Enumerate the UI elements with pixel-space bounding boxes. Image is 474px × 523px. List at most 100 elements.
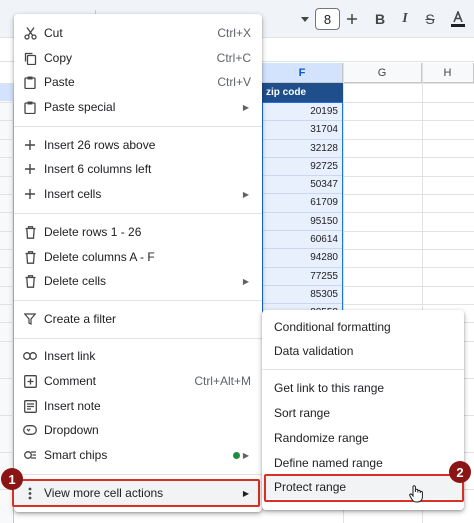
menu-item-label: Cut (44, 26, 63, 40)
menu-item-label: Insert link (44, 349, 96, 363)
submenu-item-label: Define named range (274, 456, 383, 470)
shortcut-text: Ctrl+C (216, 51, 251, 65)
scissors-icon (23, 26, 37, 40)
menu-item-label: Paste (44, 75, 75, 89)
note-icon (23, 399, 37, 413)
bold-button[interactable]: B (372, 0, 388, 38)
menu-item-insert-note[interactable]: Insert note (14, 394, 262, 418)
new-feature-dot (233, 451, 240, 459)
menu-item-insert-rows[interactable]: Insert 26 rows above (14, 133, 262, 157)
highlight-box-view-more (12, 479, 260, 507)
trash-icon (23, 250, 37, 264)
menu-item-label: Insert 26 rows above (44, 138, 156, 152)
menu-separator (14, 474, 262, 475)
menu-item-smart-chips[interactable]: Smart chips ▶ (14, 443, 262, 467)
submenu-item-get-link[interactable]: Get link to this range (262, 376, 464, 400)
zip-cell[interactable]: 32128 (263, 140, 342, 158)
menu-item-cut[interactable]: Cut Ctrl+X (14, 21, 262, 45)
submenu-item-define-named-range[interactable]: Define named range (262, 451, 464, 475)
submenu-item-data-validation[interactable]: Data validation (262, 339, 464, 363)
menu-item-dropdown[interactable]: Dropdown (14, 418, 262, 442)
strikethrough-button[interactable]: S (422, 0, 438, 38)
zip-cell[interactable]: 85305 (263, 286, 342, 305)
menu-item-delete-cells[interactable]: Delete cells ▶ (14, 269, 262, 293)
submenu-arrow-icon: ▶ (242, 450, 249, 460)
highlight-box-protect-range (264, 474, 464, 502)
submenu-arrow-icon: ▶ (242, 102, 249, 112)
menu-item-label: Delete rows 1 - 26 (44, 225, 142, 239)
submenu-item-label: Randomize range (274, 431, 369, 445)
menu-item-label: Smart chips (44, 448, 108, 462)
comment-icon (23, 374, 37, 388)
selected-column-header-a[interactable] (0, 83, 14, 101)
row-headers[interactable] (0, 83, 14, 523)
zip-cell[interactable]: 60614 (263, 231, 342, 250)
menu-item-insert-link[interactable]: Insert link (14, 344, 262, 368)
submenu-item-conditional-formatting[interactable]: Conditional formatting (262, 315, 464, 339)
menu-item-label: Insert 6 columns left (44, 162, 152, 176)
clipboard-icon (23, 100, 37, 114)
menu-item-label: Delete cells (44, 274, 107, 288)
menu-item-insert-cells[interactable]: Insert cells ▶ (14, 182, 262, 206)
zip-code-column[interactable]: 20195 31704 32128 92725 50347 61709 9515… (262, 102, 343, 337)
column-header-g[interactable]: G (343, 63, 422, 83)
menu-item-insert-columns[interactable]: Insert 6 columns left (14, 157, 262, 181)
zip-cell[interactable]: 61709 (263, 194, 342, 213)
trash-icon (23, 274, 37, 288)
menu-item-copy[interactable]: Copy Ctrl+C (14, 46, 262, 70)
trash-icon (23, 225, 37, 239)
column-header-h[interactable]: H (422, 63, 474, 83)
menu-item-paste-special[interactable]: Paste special ▶ (14, 95, 262, 119)
submenu-item-label: Sort range (274, 406, 331, 420)
menu-item-paste[interactable]: Paste Ctrl+V (14, 70, 262, 94)
smart-chip-icon (23, 448, 37, 462)
hand-cursor-icon (409, 485, 423, 503)
menu-item-label: Comment (44, 374, 97, 388)
column-header-f[interactable]: F (262, 63, 343, 83)
font-size-increase-icon[interactable] (347, 0, 357, 38)
submenu-arrow-icon: ▶ (242, 276, 249, 286)
shortcut-text: Ctrl+X (217, 26, 251, 40)
zip-cell[interactable]: 94280 (263, 249, 342, 268)
menu-item-label: Dropdown (44, 423, 99, 437)
zip-cell[interactable]: 20195 (263, 103, 342, 122)
menu-separator (14, 300, 262, 301)
menu-item-delete-columns[interactable]: Delete columns A - F (14, 245, 262, 269)
plus-icon (23, 162, 37, 176)
step-badge-2: 2 (449, 461, 471, 483)
menu-item-label: Delete columns A - F (44, 250, 155, 264)
submenu-arrow-icon: ▶ (242, 189, 249, 199)
italic-button[interactable]: I (397, 0, 413, 38)
menu-item-label: Paste special (44, 100, 116, 114)
text-color-icon[interactable] (450, 0, 466, 38)
menu-separator (14, 126, 262, 127)
dropdown-chip-icon (23, 423, 37, 437)
font-size-decrease-chevron-icon[interactable] (299, 0, 311, 38)
zip-cell[interactable]: 31704 (263, 121, 342, 140)
menu-item-label: Create a filter (44, 312, 117, 326)
shortcut-text: Ctrl+Alt+M (194, 374, 251, 388)
menu-item-label: Insert note (44, 399, 101, 413)
menu-separator (262, 369, 464, 370)
link-icon (23, 349, 37, 363)
filter-icon (23, 312, 37, 326)
menu-item-comment[interactable]: Comment Ctrl+Alt+M (14, 369, 262, 393)
menu-item-label: Insert cells (44, 187, 102, 201)
font-size-input[interactable]: 8 (315, 8, 340, 30)
plus-icon (23, 138, 37, 152)
menu-separator (14, 338, 262, 339)
submenu-item-label: Conditional formatting (274, 320, 391, 334)
submenu-item-sort-range[interactable]: Sort range (262, 401, 464, 425)
submenu-item-label: Data validation (274, 344, 354, 358)
menu-item-create-filter[interactable]: Create a filter (14, 307, 262, 331)
zip-cell[interactable]: 95150 (263, 213, 342, 232)
menu-item-delete-rows[interactable]: Delete rows 1 - 26 (14, 220, 262, 244)
zip-cell[interactable]: 92725 (263, 158, 342, 177)
zip-cell[interactable]: 50347 (263, 176, 342, 195)
clipboard-icon (23, 75, 37, 89)
submenu-item-randomize-range[interactable]: Randomize range (262, 426, 464, 450)
submenu-item-label: Get link to this range (274, 381, 385, 395)
zip-cell[interactable]: 77255 (263, 268, 342, 286)
zip-code-header-cell[interactable]: zip code (262, 83, 343, 102)
menu-item-label: Copy (44, 51, 73, 65)
